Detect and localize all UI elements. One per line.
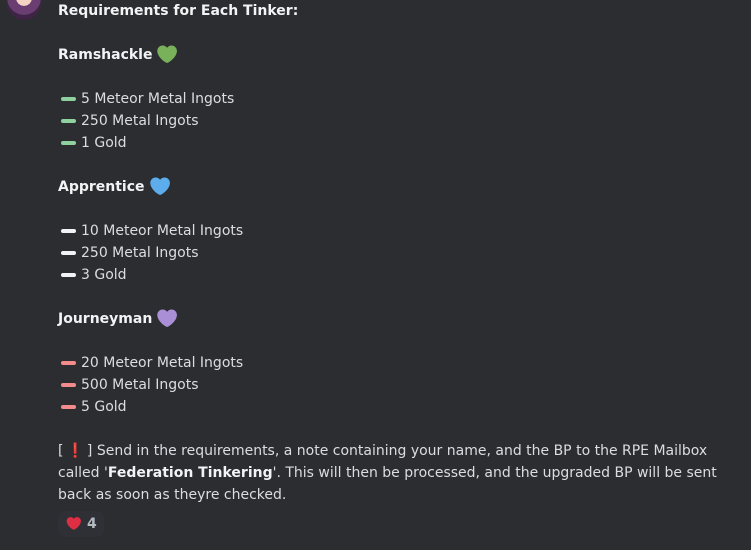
list-item: 250 Metal Ingots bbox=[58, 110, 738, 132]
tier-name: Journeyman bbox=[58, 311, 153, 327]
item-text: 10 Meteor Metal Ingots bbox=[81, 223, 244, 239]
red-dash-icon bbox=[61, 405, 76, 409]
list-item: 3 Gold bbox=[58, 264, 738, 286]
list-item: 5 Meteor Metal Ingots bbox=[58, 88, 738, 110]
green-dash-icon bbox=[61, 141, 76, 145]
list-item: 5 Gold bbox=[58, 396, 738, 418]
avatar[interactable] bbox=[7, 0, 41, 20]
white-dash-icon bbox=[61, 251, 76, 255]
tier-apprentice-heading: Apprentice bbox=[58, 176, 738, 198]
green-dash-icon bbox=[61, 97, 76, 101]
reaction-count: 4 bbox=[87, 516, 97, 532]
purple-heart-icon bbox=[157, 309, 178, 328]
item-text: 3 Gold bbox=[81, 267, 127, 283]
exclamation-icon: ❗ bbox=[66, 443, 84, 459]
list-item: 10 Meteor Metal Ingots bbox=[58, 220, 738, 242]
green-dash-icon bbox=[61, 119, 76, 123]
red-dash-icon bbox=[61, 383, 76, 387]
item-text: 250 Metal Ingots bbox=[81, 113, 199, 129]
tier-name: Apprentice bbox=[58, 179, 145, 195]
white-dash-icon bbox=[61, 229, 76, 233]
item-text: 500 Metal Ingots bbox=[81, 377, 199, 393]
message-title: Requirements for Each Tinker: bbox=[58, 3, 299, 19]
item-text: 5 Meteor Metal Ingots bbox=[81, 91, 235, 107]
instructions-note: [❗] Send in the requirements, a note con… bbox=[58, 440, 738, 506]
mailbox-name: Federation Tinkering bbox=[107, 465, 273, 481]
note-prefix: [ bbox=[58, 443, 64, 459]
tier-journeyman-heading: Journeyman bbox=[58, 308, 738, 330]
list-item: 1 Gold bbox=[58, 132, 738, 154]
reaction-button[interactable]: 4 bbox=[58, 511, 104, 537]
item-text: 250 Metal Ingots bbox=[81, 245, 199, 261]
list-item: 500 Metal Ingots bbox=[58, 374, 738, 396]
item-text: 1 Gold bbox=[81, 135, 127, 151]
white-dash-icon bbox=[61, 273, 76, 277]
item-text: 5 Gold bbox=[81, 399, 127, 415]
message-content: Requirements for Each Tinker: Ramshackle… bbox=[58, 0, 738, 506]
list-item: 20 Meteor Metal Ingots bbox=[58, 352, 738, 374]
red-dash-icon bbox=[61, 361, 76, 365]
item-text: 20 Meteor Metal Ingots bbox=[81, 355, 244, 371]
tier-name: Ramshackle bbox=[58, 47, 153, 63]
blue-heart-icon bbox=[149, 177, 170, 196]
green-heart-icon bbox=[157, 45, 178, 64]
list-item: 250 Metal Ingots bbox=[58, 242, 738, 264]
tier-ramshackle-heading: Ramshackle bbox=[58, 44, 738, 66]
red-heart-icon bbox=[66, 517, 81, 530]
